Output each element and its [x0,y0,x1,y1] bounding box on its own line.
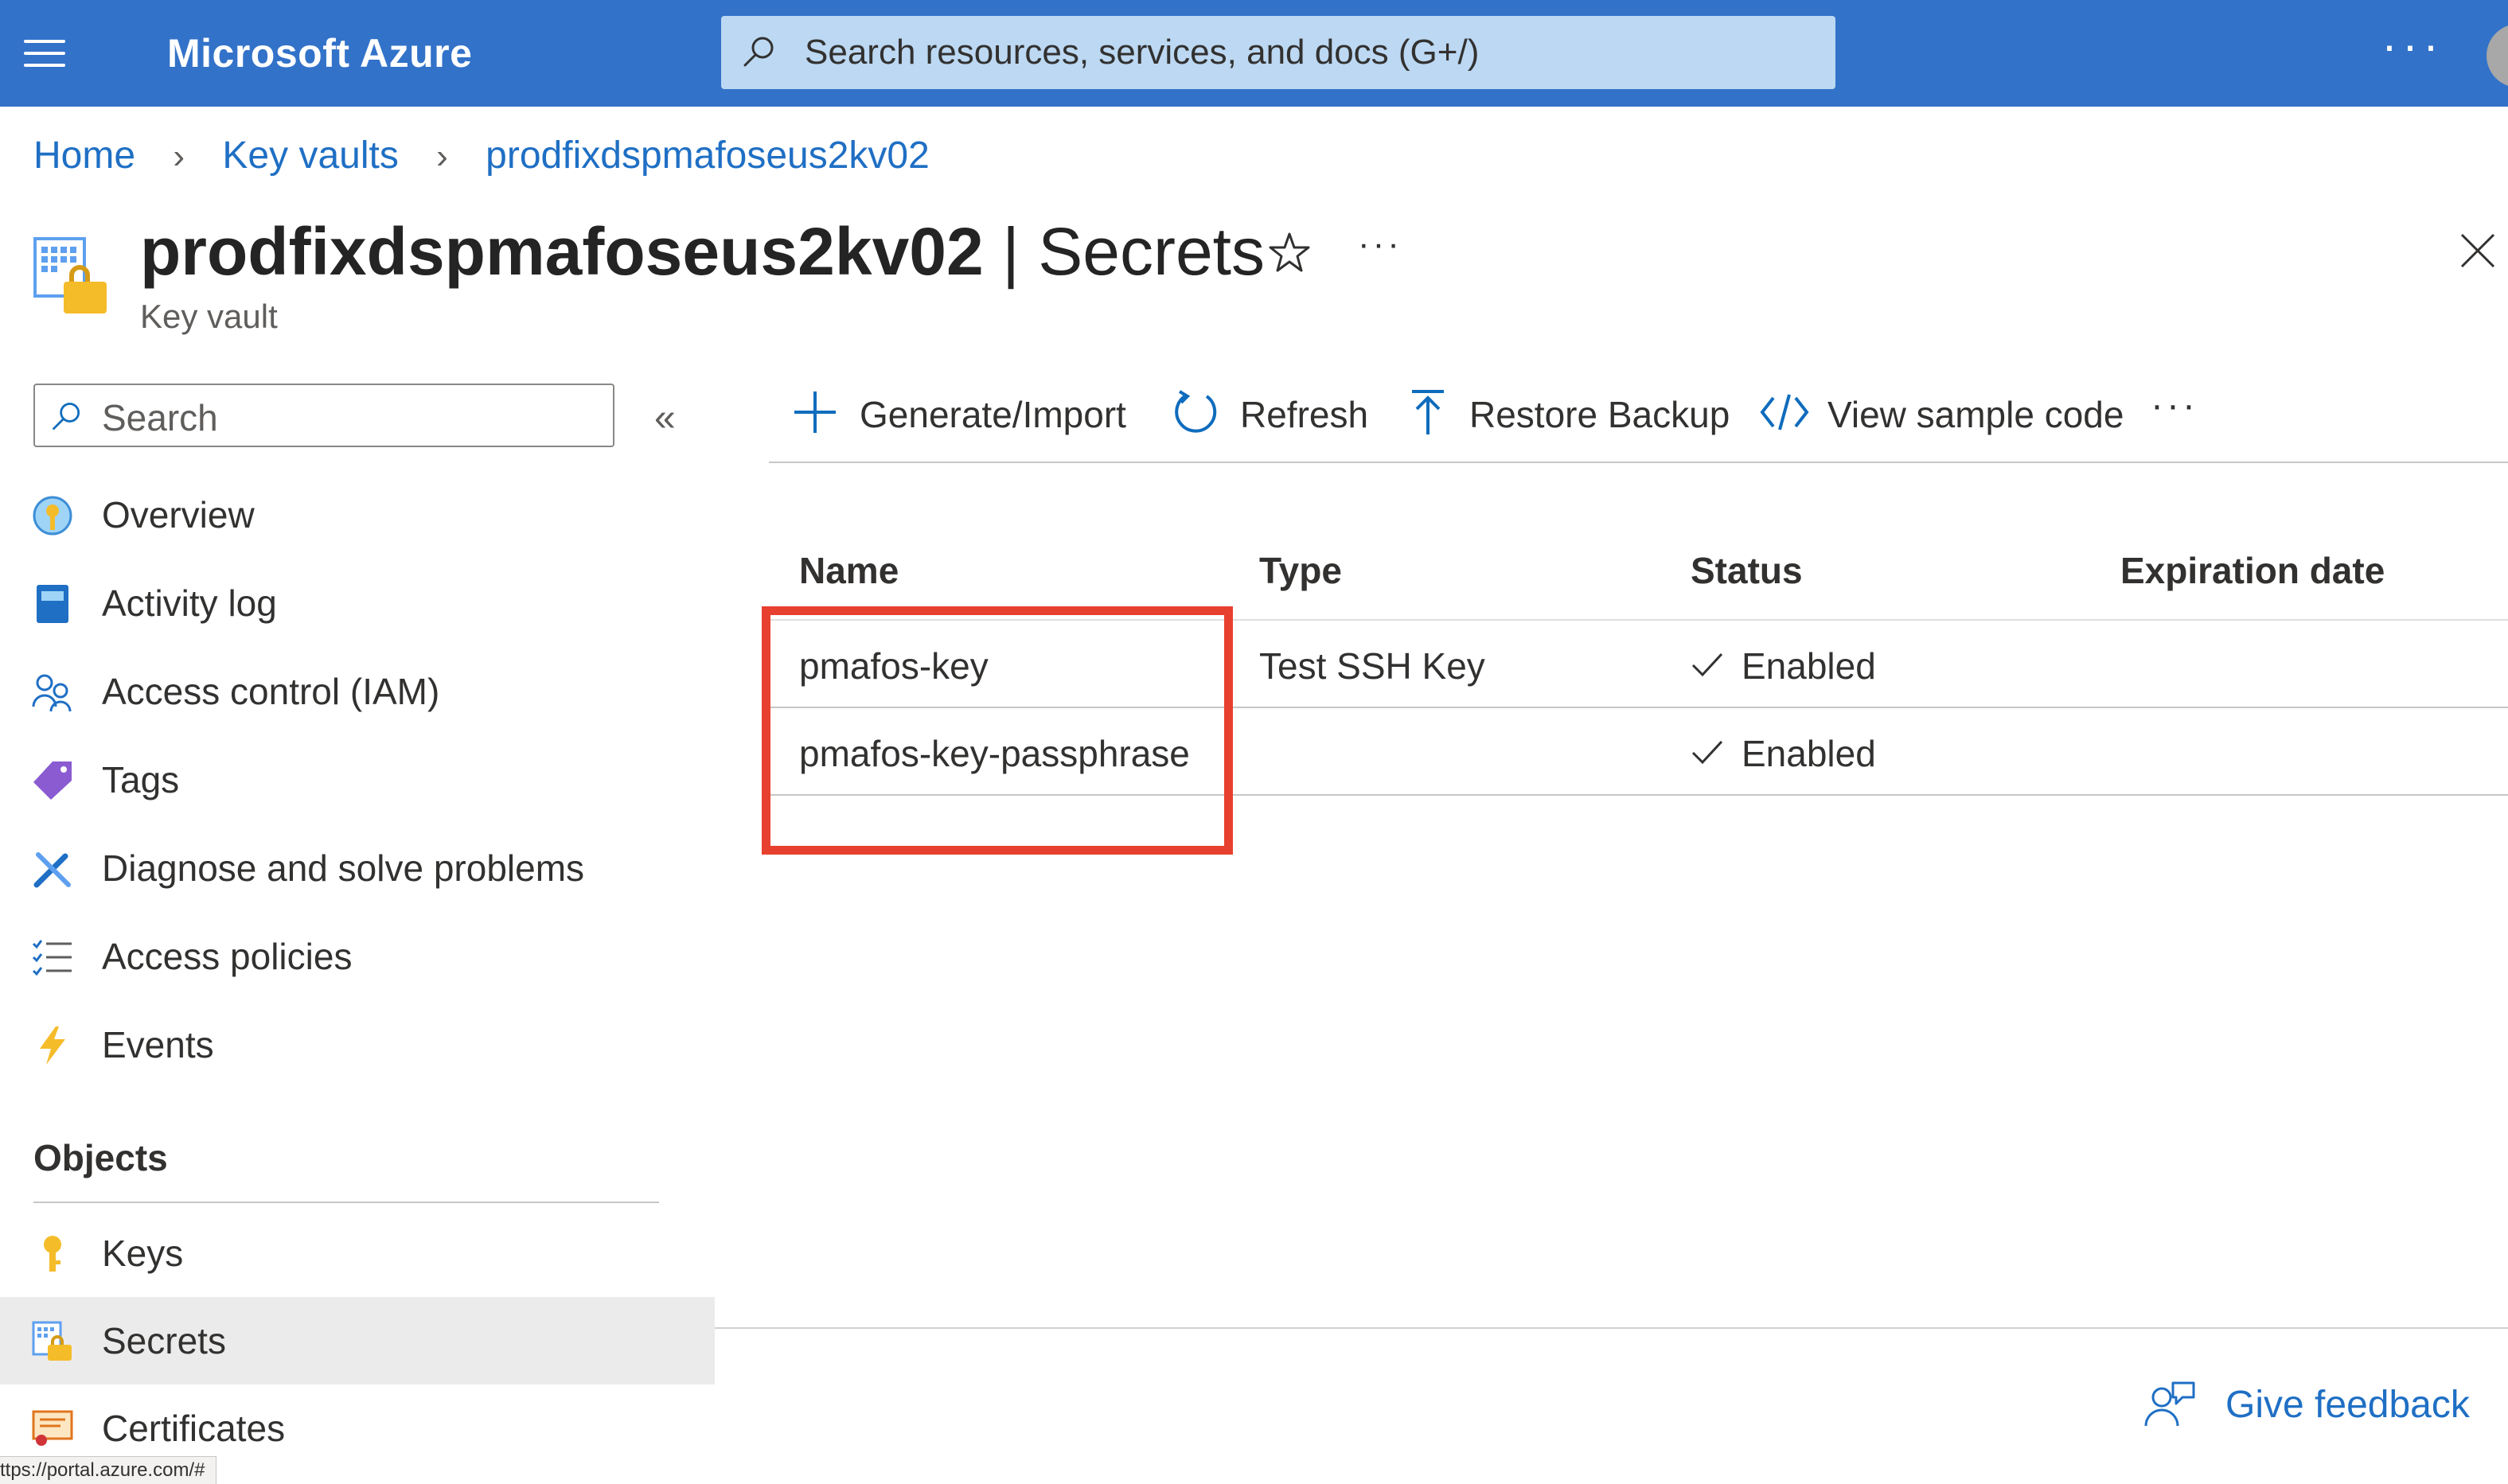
breadcrumb-key-vaults[interactable]: Key vaults [222,134,398,177]
sidebar-item-tags[interactable]: Tags [0,736,715,824]
status-bar-url: ttps://portal.azure.com/# [0,1456,217,1484]
objects-section-header: Objects [33,1137,168,1178]
objects-divider [33,1202,659,1203]
page-title-section: | Secrets [1002,214,1266,289]
list-check-icon [32,940,72,976]
iam-icon [32,674,72,712]
sidebar-item-label: Events [102,1024,214,1065]
refresh-button[interactable]: Refresh [1172,385,1368,441]
top-bar: Microsoft Azure Search resources, servic… [0,0,2508,107]
page-title-resource: prodfixdspmafoseus2kv02 [140,214,984,289]
search-icon [53,403,80,430]
sidebar-item-access-policies[interactable]: Access policies [0,913,715,1000]
key-vault-icon [33,237,107,314]
sidebar-item-activity-log[interactable]: Activity log [0,559,715,647]
sidebar-item-events[interactable]: Events [0,1001,715,1089]
page-subtitle: Key vault [140,298,278,335]
toolbar-more-button[interactable]: ··· [2151,384,2198,427]
sidebar-item-diagnose[interactable]: Diagnose and solve problems [0,824,715,912]
sidebar-item-secrets[interactable]: Secrets [0,1297,715,1385]
sidebar-item-label: Access control (IAM) [102,671,440,712]
chevron-right-icon: › [173,137,185,176]
avatar[interactable] [2487,24,2508,88]
secret-status: Enabled [1742,645,1876,687]
sidebar-item-label: Diagnose and solve problems [102,847,585,889]
highlight-box [762,606,1233,855]
global-search-input[interactable]: Search resources, services, and docs (G+… [721,16,1835,89]
restore-backup-button[interactable]: Restore Backup [1404,385,1730,441]
sidebar-item-label: Secrets [102,1320,226,1361]
secret-icon [32,1321,72,1361]
toolbar-divider [769,462,2508,463]
restore-backup-label: Restore Backup [1469,394,1730,435]
sidebar-item-access-control[interactable]: Access control (IAM) [0,648,715,735]
generate-import-label: Generate/Import [860,394,1126,435]
breadcrumb-vault[interactable]: prodfixdspmafoseus2kv02 [486,134,930,177]
topbar-more-button[interactable]: ··· [2381,18,2444,72]
sidebar-search-placeholder: Search [102,397,218,438]
sidebar-item-label: Tags [102,759,180,800]
certificate-icon [32,1410,73,1446]
sidebar-item-label: Activity log [102,582,277,624]
column-header-expiration[interactable]: Expiration date [2120,549,2385,592]
overview-icon [33,496,72,536]
generate-import-button[interactable]: Generate/Import [791,385,1133,441]
column-header-status[interactable]: Status [1691,549,1803,592]
column-header-name[interactable]: Name [799,549,899,592]
upload-icon [1412,390,1444,434]
sidebar-item-label: Certificates [102,1408,286,1449]
star-icon[interactable] [1267,231,1312,275]
sidebar-item-overview[interactable]: Overview [0,471,715,559]
sidebar-item-label: Overview [102,494,255,536]
key-icon [44,1236,61,1272]
global-search-placeholder: Search resources, services, and docs (G+… [805,33,1480,72]
secret-type: Test SSH Key [1259,645,1485,687]
tag-icon [33,761,72,800]
title-more-button[interactable]: ··· [1358,224,1402,264]
search-icon [743,37,774,67]
hamburger-menu-icon[interactable] [24,38,65,68]
sidebar-search-input[interactable]: Search [33,384,614,447]
refresh-icon [1175,390,1217,433]
refresh-label: Refresh [1240,394,1369,435]
plus-icon [794,391,836,433]
column-header-type[interactable]: Type [1259,549,1342,592]
lightning-icon [40,1026,65,1065]
footer-divider [715,1327,2508,1329]
checkmark-icon [1691,740,1723,765]
collapse-sidebar-icon[interactable]: « [654,396,676,440]
sidebar-item-label: Keys [102,1233,184,1274]
chevron-right-icon: › [436,137,448,176]
breadcrumb-home[interactable]: Home [33,134,135,177]
sidebar-item-keys[interactable]: Keys [0,1209,715,1297]
brand-title[interactable]: Microsoft Azure [167,30,472,76]
view-sample-code-label: View sample code [1827,394,2124,435]
wrench-icon [33,852,71,888]
sidebar-item-label: Access policies [102,936,353,977]
give-feedback-label: Give feedback [2225,1384,2470,1426]
secret-status: Enabled [1742,733,1876,774]
feedback-icon [2144,1381,2195,1427]
page-title: prodfixdspmafoseus2kv02 | Secrets [140,213,1265,290]
view-sample-code-button[interactable]: View sample code [1759,385,2125,441]
code-icon [1760,394,1809,430]
checkmark-icon [1691,652,1723,677]
close-icon[interactable] [2459,232,2496,269]
activity-log-icon [37,585,68,623]
breadcrumb: Home › Key vaults › prodfixdspmafoseus2k… [33,134,930,181]
